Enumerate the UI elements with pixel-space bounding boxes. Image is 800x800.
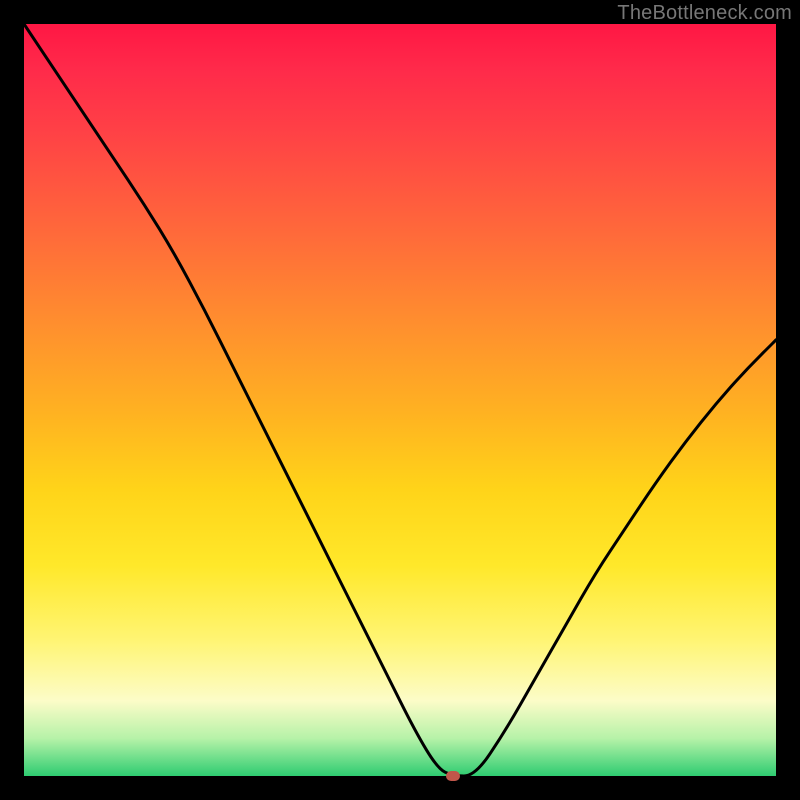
plot-area (24, 24, 776, 776)
min-marker (446, 771, 460, 781)
watermark-text: TheBottleneck.com (617, 2, 792, 25)
bottleneck-curve (24, 24, 776, 776)
curve-svg (24, 24, 776, 776)
chart-frame: TheBottleneck.com (0, 0, 800, 800)
